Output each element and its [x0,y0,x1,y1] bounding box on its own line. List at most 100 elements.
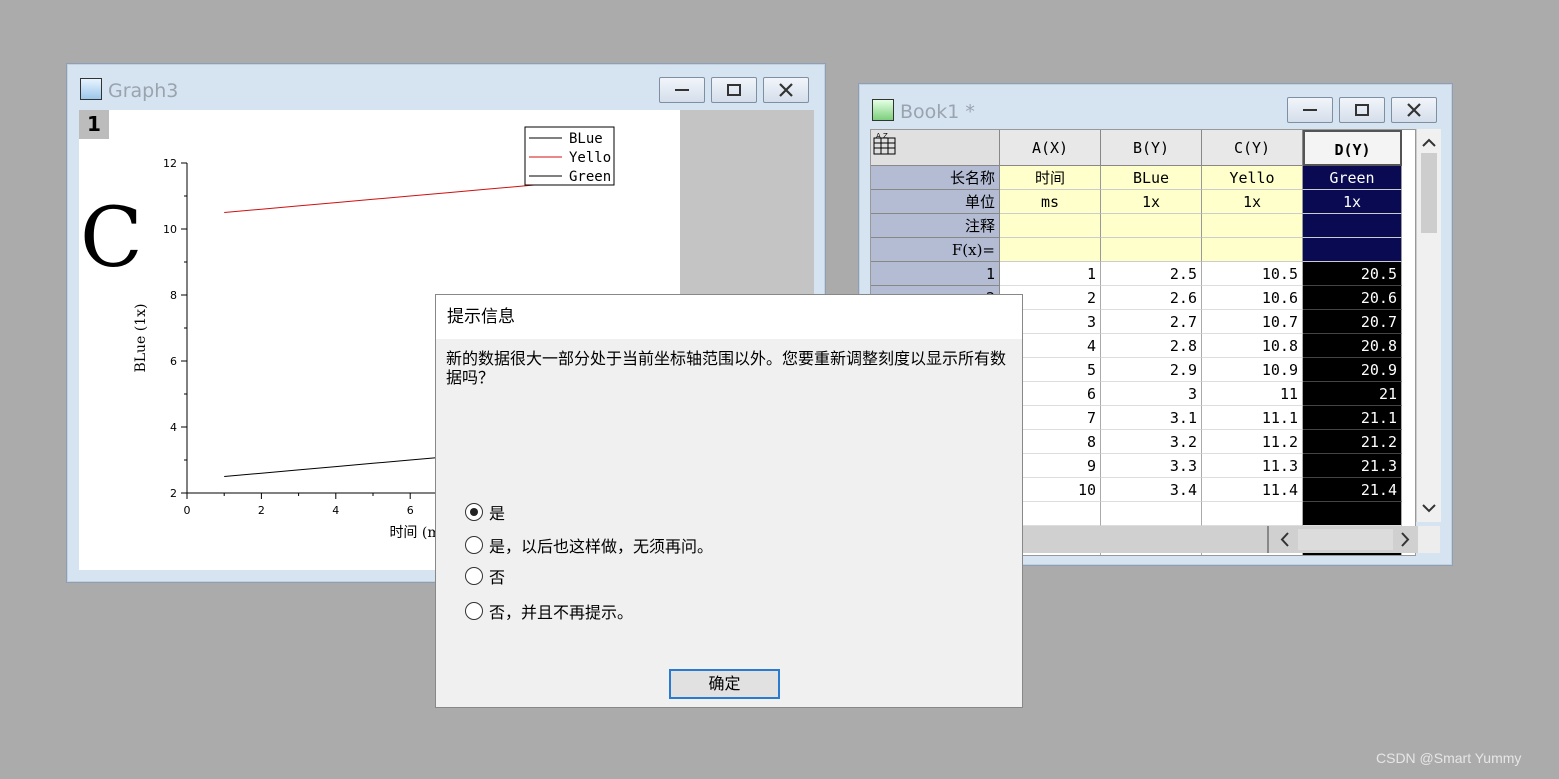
header-cell[interactable]: Yello [1202,166,1303,190]
table-cell[interactable]: 11 [1202,382,1303,406]
header-row-label[interactable]: 单位 [871,190,1000,214]
graph-minimize-button[interactable] [659,77,705,103]
graph-close-button[interactable] [763,77,809,103]
y-tick-label: 8 [170,289,177,302]
table-cell[interactable]: 20.8 [1303,334,1402,358]
header-cell[interactable] [1101,214,1202,238]
chevron-down-icon[interactable] [1417,498,1441,518]
header-cell[interactable]: BLue [1101,166,1202,190]
chevron-right-icon[interactable] [1393,526,1417,553]
column-header-b[interactable]: B(Y) [1101,130,1202,166]
radio-no-never[interactable] [465,602,483,620]
column-header-c[interactable]: C(Y) [1202,130,1303,166]
horizontal-scroll-thumb[interactable] [1298,529,1393,550]
header-cell[interactable] [1303,238,1402,262]
y-tick-label: 2 [170,487,177,500]
header-cell[interactable] [1101,238,1202,262]
dialog-title: 提示信息 [436,295,1022,339]
header-cell[interactable] [1202,214,1303,238]
table-cell[interactable]: 11.3 [1202,454,1303,478]
header-row-label[interactable]: 注释 [871,214,1000,238]
table-cell[interactable]: 20.5 [1303,262,1402,286]
header-cell[interactable]: 1x [1101,190,1202,214]
book-maximize-button[interactable] [1339,97,1385,123]
table-cell[interactable]: 11.4 [1202,478,1303,502]
table-cell[interactable]: 10.5 [1202,262,1303,286]
table-cell-empty[interactable] [1202,502,1303,526]
header-cell[interactable]: ms [1000,190,1101,214]
graph-maximize-button[interactable] [711,77,757,103]
chevron-up-icon[interactable] [1417,133,1441,153]
sort-grid-icon: A Z [873,132,896,155]
book-close-button[interactable] [1391,97,1437,123]
vertical-scrollbar[interactable] [1416,129,1441,522]
table-cell[interactable]: 3.1 [1101,406,1202,430]
option-yes[interactable]: 是 [465,501,505,523]
table-cell[interactable]: 10.6 [1202,286,1303,310]
header-cell[interactable]: 时间 [1000,166,1101,190]
table-cell[interactable]: 21.2 [1303,430,1402,454]
header-cell[interactable] [1202,238,1303,262]
header-cell[interactable]: 1x [1303,190,1402,214]
table-cell[interactable]: 2.9 [1101,358,1202,382]
table-cell[interactable]: 3.4 [1101,478,1202,502]
table-cell[interactable]: 20.7 [1303,310,1402,334]
table-cell[interactable]: 20.6 [1303,286,1402,310]
option-no[interactable]: 否 [465,565,505,587]
table-cell[interactable]: 21.4 [1303,478,1402,502]
table-cell[interactable]: 3.2 [1101,430,1202,454]
y-tick-label: 4 [170,421,177,434]
table-cell[interactable]: 21.1 [1303,406,1402,430]
radio-yes[interactable] [465,503,483,521]
table-cell[interactable]: 3.3 [1101,454,1202,478]
option-yes-always[interactable]: 是，以后也这样做，无须再问。 [465,534,713,556]
header-cell[interactable]: Green [1303,166,1402,190]
table-cell[interactable]: 2.7 [1101,310,1202,334]
column-header-a[interactable]: A(X) [1000,130,1101,166]
table-cell[interactable]: 2.8 [1101,334,1202,358]
table-cell[interactable]: 21 [1303,382,1402,406]
table-cell[interactable]: 2.5 [1101,262,1202,286]
header-cell[interactable] [1000,238,1101,262]
prompt-dialog[interactable]: 提示信息 新的数据很大一部分处于当前坐标轴范围以外。您要重新调整刻度以显示所有数… [435,294,1023,708]
book-minimize-button[interactable] [1287,97,1333,123]
table-cell[interactable]: 11.1 [1202,406,1303,430]
header-row-label[interactable]: 长名称 [871,166,1000,190]
header-cell[interactable] [1303,214,1402,238]
ok-button[interactable]: 确定 [669,669,780,699]
radio-yes-always[interactable] [465,536,483,554]
header-row-label[interactable]: F(x)= [871,238,1000,262]
y-tick-label: 10 [163,223,177,236]
radio-no[interactable] [465,567,483,585]
table-cell[interactable]: 20.9 [1303,358,1402,382]
maximize-icon [727,84,741,96]
series-yello-line [224,182,560,213]
table-cell[interactable]: 11.2 [1202,430,1303,454]
table-cell-empty[interactable] [1101,502,1202,526]
row-header[interactable]: 1 [871,262,1000,286]
sheet-corner-button[interactable]: A Z [871,130,1000,166]
chevron-left-icon[interactable] [1273,526,1297,553]
table-cell[interactable]: 10.7 [1202,310,1303,334]
resize-grip[interactable] [1418,526,1440,553]
vertical-scroll-thumb[interactable] [1421,153,1437,233]
table-cell[interactable]: 10.9 [1202,358,1303,382]
book-titlebar[interactable]: Book1 * [859,84,1452,128]
table-cell[interactable]: 1 [1000,262,1101,286]
y-tick-label: 6 [170,355,177,368]
legend-label-1: BLue [569,131,603,147]
minimize-icon [675,89,689,91]
book-icon [872,99,894,121]
watermark: CSDN @Smart Yummy [1376,750,1522,766]
table-cell[interactable]: 2.6 [1101,286,1202,310]
header-cell[interactable] [1000,214,1101,238]
table-cell[interactable]: 21.3 [1303,454,1402,478]
tab-split-handle[interactable] [1267,526,1269,553]
table-cell[interactable]: 3 [1101,382,1202,406]
table-cell-empty[interactable] [1303,502,1402,526]
graph-titlebar[interactable]: Graph3 [67,64,825,108]
header-cell[interactable]: 1x [1202,190,1303,214]
column-header-d[interactable]: D(Y) [1303,130,1402,166]
option-no-never[interactable]: 否，并且不再提示。 [465,600,633,622]
table-cell[interactable]: 10.8 [1202,334,1303,358]
